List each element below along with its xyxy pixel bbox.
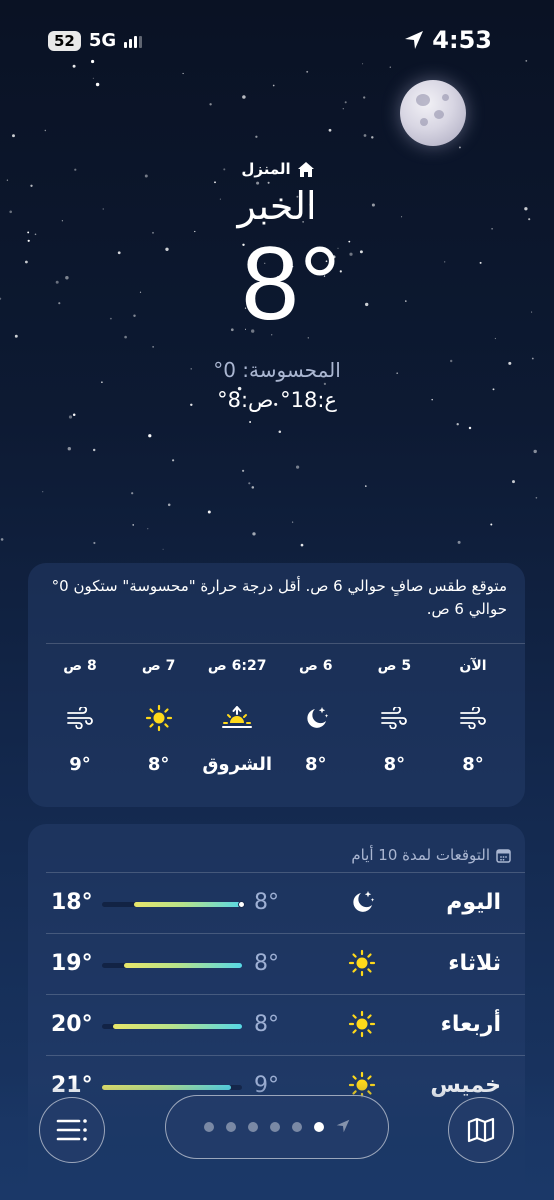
page-dot[interactable] [292, 1122, 302, 1132]
page-dot[interactable] [270, 1122, 280, 1132]
hourly-item: 6:27 ص الشروق [202, 658, 273, 775]
row-divider [46, 1055, 525, 1056]
list-button[interactable] [39, 1097, 105, 1163]
moon-stars-icon [302, 698, 330, 738]
hourly-time: الآن [459, 658, 487, 674]
page-indicator[interactable] [165, 1095, 389, 1159]
hourly-forecast-panel[interactable]: متوقع طقس صافٍ حوالي 6 ص. أقل درجة حرارة… [28, 563, 525, 807]
hourly-item: الآن 8° [439, 658, 507, 775]
row-divider [46, 933, 525, 934]
sun-icon [348, 1010, 376, 1042]
wind-icon [459, 698, 487, 738]
home-label: المنزل [241, 160, 291, 178]
hourly-temperature: 9° [69, 754, 91, 775]
moon-stars-icon [348, 888, 376, 920]
hourly-temperature: الشروق [202, 754, 273, 775]
day-name: أربعاء [440, 1012, 501, 1037]
temperature-range-bar [102, 963, 242, 968]
status-left: 52 5G [48, 30, 143, 51]
house-icon [297, 161, 314, 177]
hourly-temperature: 8° [305, 754, 327, 775]
temperature-range-bar [102, 901, 245, 908]
location-arrow-icon [405, 31, 424, 49]
forecast-day-row[interactable]: أربعاء 8° 20° [28, 994, 525, 1055]
forecast-day-row[interactable]: اليوم 8° 18° [28, 872, 525, 933]
temperature-range-bar [102, 1024, 242, 1029]
map-button[interactable] [448, 1097, 514, 1163]
battery-indicator: 52 [48, 30, 81, 51]
hourly-time: 5 ص [377, 658, 412, 674]
current-weather: المنزل الخبر 8° المحسوسة: 0° ع:18° ص:8° [0, 160, 554, 412]
day-high-temperature: 20° [51, 1012, 93, 1037]
day-low-temperature: 8° [254, 951, 279, 976]
day-high-temperature: 21° [51, 1073, 93, 1098]
feels-like: المحسوسة: 0° [213, 358, 341, 382]
hourly-item: 5 ص 8° [360, 658, 428, 775]
current-temperature-dot [238, 901, 245, 908]
hourly-time: 8 ص [63, 658, 97, 674]
sunrise-icon [221, 698, 253, 738]
temperature-range-fill [123, 963, 242, 968]
forecast-day-row[interactable]: ثلاثاء 8° 19° [28, 933, 525, 994]
clock: 4:53 [432, 26, 492, 54]
sun-icon [348, 949, 376, 981]
wind-icon [66, 698, 94, 738]
network-type: 5G [88, 30, 117, 51]
hourly-temperature: 8° [147, 754, 170, 775]
status-right: 4:53 [404, 26, 492, 54]
day-name: اليوم [446, 890, 501, 915]
hourly-summary: متوقع طقس صافٍ حوالي 6 ص. أقل درجة حرارة… [51, 577, 507, 619]
temperature-range-fill [134, 902, 242, 907]
day-name: ثلاثاء [448, 951, 501, 976]
hourly-item: 6 ص 8° [282, 658, 350, 775]
hourly-time: 7 ص [141, 658, 176, 674]
wind-icon [380, 698, 408, 738]
hourly-time: 6:27 ص [207, 658, 267, 674]
status-bar: 52 5G 4:53 [0, 0, 554, 80]
location-arrow-icon [336, 1118, 350, 1137]
day-high-temperature: 18° [51, 890, 93, 915]
temperature-range-fill [112, 1024, 242, 1029]
row-divider [46, 872, 525, 873]
page-dot[interactable] [314, 1122, 324, 1132]
page-dot[interactable] [204, 1122, 214, 1132]
hourly-time: 6 ص [299, 658, 333, 674]
temperature-range-fill [102, 1085, 232, 1090]
signal-bars-icon [124, 34, 143, 48]
page-dot[interactable] [226, 1122, 236, 1132]
hourly-item: 7 ص 8° [125, 658, 193, 775]
temperature-range-bar [102, 1085, 242, 1090]
city-name: الخبر [237, 184, 317, 228]
map-icon [467, 1117, 495, 1143]
forecast-title: التوقعات لمدة 10 أيام [351, 846, 490, 864]
hourly-item: 8 ص 9° [46, 658, 114, 775]
day-low-temperature: 8° [254, 1012, 279, 1037]
hourly-list: الآن 8° 5 ص 8° 6 ص 8° 6:27 ص الشروق 7 ص 8° 8 ص 9° [28, 644, 525, 775]
home-location: المنزل [2, 160, 554, 178]
hourly-temperature: 8° [462, 754, 484, 775]
moon-image [400, 80, 466, 146]
calendar-icon [496, 848, 511, 863]
list-icon [56, 1119, 87, 1141]
day-high-temperature: 19° [51, 951, 93, 976]
forecast-days: اليوم 8° 18° ثلاثاء 8° 19° أربعاء 8° 20° خميس 9° 21… [28, 872, 525, 1116]
row-divider [46, 994, 525, 995]
page-dot[interactable] [248, 1122, 258, 1132]
forecast-title-row: التوقعات لمدة 10 أيام [28, 824, 525, 872]
day-low-temperature: 8° [254, 890, 279, 915]
sun-icon [145, 698, 173, 738]
day-name: خميس [430, 1073, 501, 1098]
hourly-temperature: 8° [383, 754, 406, 775]
current-temperature: 8° [241, 226, 341, 342]
high-low: ع:18° ص:8° [217, 388, 337, 412]
